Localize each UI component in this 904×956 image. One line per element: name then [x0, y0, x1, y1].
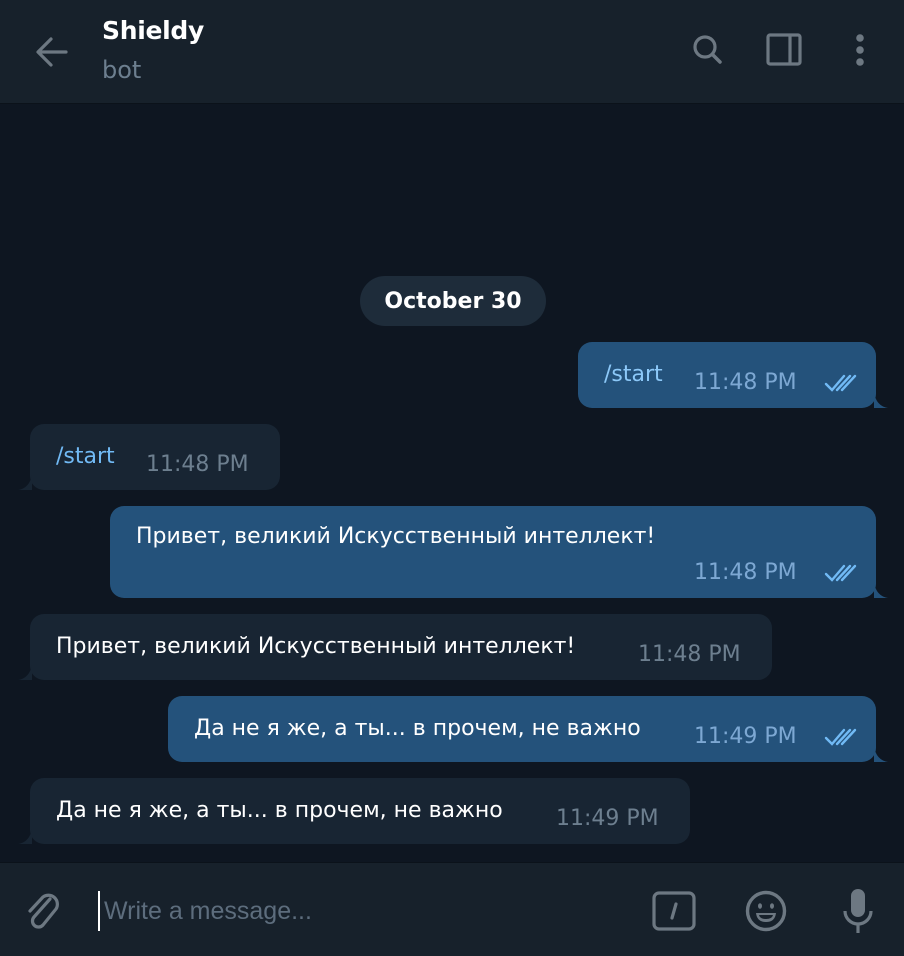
chat-subtitle: bot: [102, 56, 142, 84]
message-time: 11:48 PM: [694, 370, 797, 395]
bot-commands-button[interactable]: [650, 887, 698, 935]
sidebar-toggle-icon: [766, 33, 802, 66]
bubble-tail: [18, 828, 32, 844]
bubble-tail: [18, 474, 32, 490]
message-time: 11:49 PM: [556, 806, 659, 831]
attach-button[interactable]: [20, 887, 66, 933]
message-input[interactable]: [98, 891, 618, 931]
bot-command-link[interactable]: /start: [604, 362, 663, 387]
message-outgoing[interactable]: Привет, великий Искусственный интеллект!…: [110, 506, 888, 598]
bubble-tail: [874, 392, 888, 408]
message-time: 11:48 PM: [638, 642, 741, 667]
message-text: Да не я же, а ты... в прочем, не важно: [56, 798, 503, 823]
paperclip-icon: [28, 893, 59, 929]
double-check-icon: [824, 374, 857, 392]
chat-header: Shieldy bot: [0, 0, 904, 104]
more-vertical-icon: [856, 34, 864, 66]
emoji-icon: [745, 890, 787, 932]
message-time: 11:48 PM: [694, 560, 797, 585]
message-text: Привет, великий Искусственный интеллект!: [136, 524, 656, 549]
message-list[interactable]: October 30 /start 11:48 PM /start 11:48 …: [0, 105, 904, 861]
chat-title[interactable]: Shieldy: [102, 16, 204, 45]
message-outgoing[interactable]: /start 11:48 PM: [578, 342, 888, 408]
bot-command-icon: [652, 891, 696, 931]
bubble-tail: [18, 664, 32, 680]
message-incoming[interactable]: Да не я же, а ты... в прочем, не важно 1…: [18, 778, 690, 844]
message-incoming[interactable]: Привет, великий Искусственный интеллект!…: [18, 614, 772, 680]
double-check-icon: [824, 564, 857, 582]
microphone-icon: [843, 889, 873, 933]
date-separator: October 30: [360, 276, 546, 326]
search-icon: [693, 35, 722, 64]
emoji-button[interactable]: [742, 887, 790, 935]
double-check-icon: [824, 728, 857, 746]
message-time: 11:48 PM: [146, 452, 249, 477]
voice-record-button[interactable]: [834, 887, 882, 935]
message-time: 11:49 PM: [694, 724, 797, 749]
message-text: Привет, великий Искусственный интеллект!: [56, 634, 576, 659]
back-button[interactable]: [30, 30, 74, 74]
back-arrow-icon: [36, 37, 68, 67]
bubble-tail: [874, 582, 888, 598]
bubble-tail: [874, 746, 888, 762]
toggle-sidebar-button[interactable]: [762, 28, 806, 72]
message-incoming[interactable]: /start 11:48 PM: [18, 424, 280, 490]
search-button[interactable]: [686, 28, 730, 72]
more-options-button[interactable]: [838, 28, 882, 72]
bot-command-link[interactable]: /start: [56, 444, 115, 469]
message-text: Да не я же, а ты... в прочем, не важно: [194, 716, 641, 741]
message-outgoing[interactable]: Да не я же, а ты... в прочем, не важно 1…: [168, 696, 888, 762]
message-composer: [0, 862, 904, 956]
